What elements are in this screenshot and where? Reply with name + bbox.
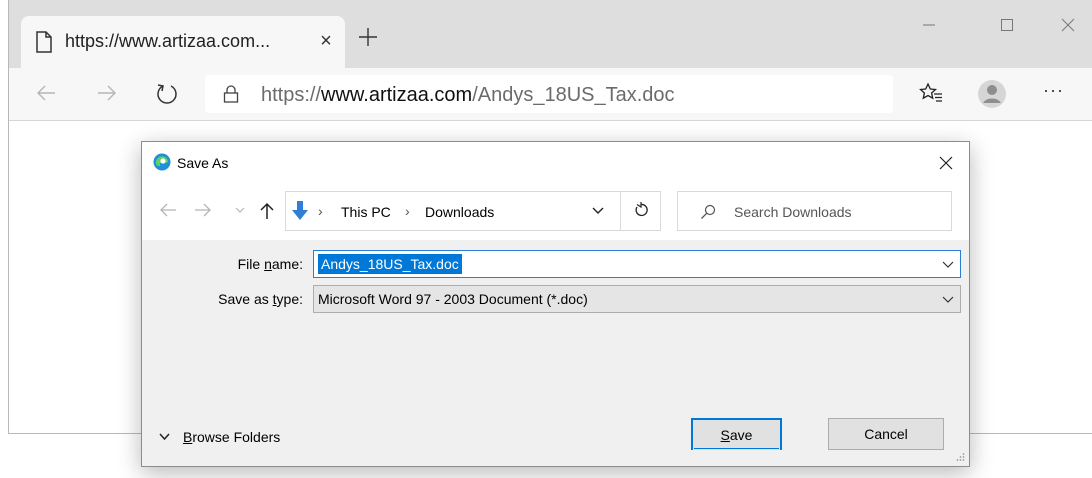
more-menu-button[interactable]: ··· xyxy=(1043,80,1064,101)
chevron-down-icon[interactable] xyxy=(592,207,604,215)
breadcrumb-separator: › xyxy=(318,203,323,219)
lock-icon[interactable] xyxy=(223,85,239,103)
search-icon xyxy=(701,204,716,219)
chevron-down-icon[interactable] xyxy=(942,296,954,304)
recent-locations-chevron-icon[interactable] xyxy=(235,207,245,214)
save-as-dialog: Save As › This PC › Downloads Search Dow… xyxy=(141,141,970,467)
resize-grip-icon[interactable] xyxy=(955,452,965,462)
minimize-icon[interactable] xyxy=(914,10,944,40)
save-as-type-label: Save as type: xyxy=(218,291,303,307)
back-arrow-icon[interactable] xyxy=(35,82,57,104)
chevron-down-icon xyxy=(159,433,170,441)
refresh-icon xyxy=(635,202,648,217)
browser-titlebar: https://www.artizaa.com... × xyxy=(9,0,1092,68)
search-input[interactable]: Search Downloads xyxy=(677,191,952,231)
close-icon[interactable] xyxy=(1053,10,1083,40)
forward-arrow-icon[interactable] xyxy=(96,82,118,104)
maximize-icon[interactable] xyxy=(992,10,1022,40)
browser-toolbar: https://www.artizaa.com/Andys_18US_Tax.d… xyxy=(9,68,1092,121)
save-as-type-value: Microsoft Word 97 - 2003 Document (*.doc… xyxy=(318,291,588,307)
tab-close-button[interactable]: × xyxy=(315,29,337,53)
search-placeholder: Search Downloads xyxy=(734,204,852,220)
navigation-row: › This PC › Downloads Search Downloads xyxy=(142,186,969,240)
page-icon xyxy=(36,31,52,53)
forward-arrow-icon[interactable] xyxy=(194,202,212,218)
cancel-button[interactable]: Cancel xyxy=(828,418,944,450)
breadcrumb-separator: › xyxy=(405,203,410,219)
address-bar[interactable]: https://www.artizaa.com/Andys_18US_Tax.d… xyxy=(205,75,893,113)
dialog-body: File name: Andys_18US_Tax.doc Save as ty… xyxy=(142,240,969,466)
back-arrow-icon[interactable] xyxy=(159,202,177,218)
address-url[interactable]: https://www.artizaa.com/Andys_18US_Tax.d… xyxy=(261,84,675,107)
save-as-type-select[interactable]: Microsoft Word 97 - 2003 Document (*.doc… xyxy=(313,285,961,313)
refresh-icon[interactable] xyxy=(155,81,179,105)
save-button[interactable]: Save xyxy=(691,418,782,450)
favorites-icon[interactable] xyxy=(919,82,943,104)
breadcrumb[interactable]: › This PC › Downloads xyxy=(285,191,661,231)
refresh-button[interactable] xyxy=(620,191,661,231)
browser-tab[interactable]: https://www.artizaa.com... × xyxy=(21,16,345,68)
edge-logo-icon xyxy=(153,153,171,171)
browse-folders-label: Browse Folders xyxy=(183,429,281,445)
profile-icon[interactable] xyxy=(977,79,1007,109)
plus-icon[interactable] xyxy=(357,26,379,48)
downloads-arrow-icon xyxy=(292,201,308,220)
tab-title: https://www.artizaa.com... xyxy=(65,31,271,51)
dialog-title: Save As xyxy=(177,155,229,171)
file-name-value[interactable]: Andys_18US_Tax.doc xyxy=(318,254,462,274)
dialog-close-icon[interactable] xyxy=(935,152,957,174)
breadcrumb-item-this-pc[interactable]: This PC xyxy=(341,204,391,220)
breadcrumb-item-downloads[interactable]: Downloads xyxy=(425,204,494,220)
file-name-field[interactable]: Andys_18US_Tax.doc xyxy=(313,250,961,278)
chevron-down-icon[interactable] xyxy=(942,261,954,269)
file-name-label: File name: xyxy=(237,256,303,272)
up-arrow-icon[interactable] xyxy=(259,202,275,220)
